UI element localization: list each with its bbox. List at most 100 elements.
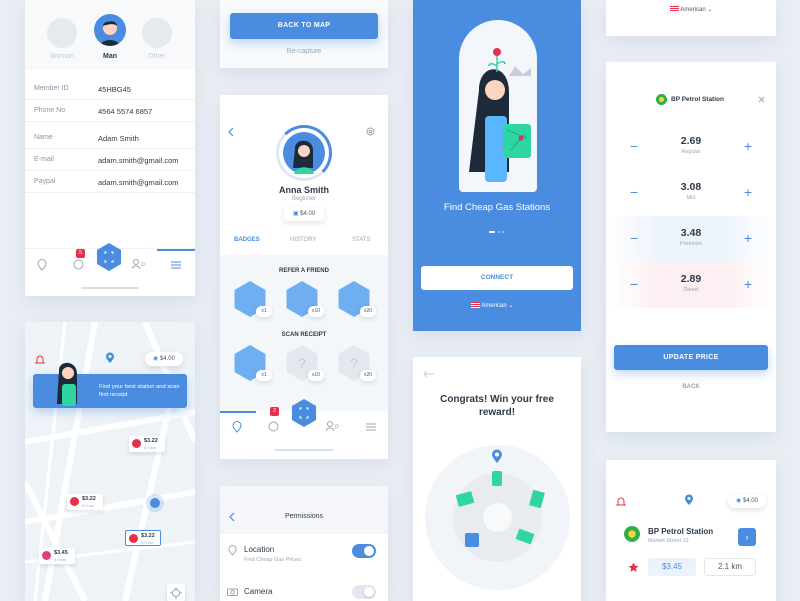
gender-man-label: Man bbox=[103, 53, 117, 60]
badge-count-label: x1 bbox=[256, 370, 272, 381]
svg-text:P: P bbox=[335, 425, 339, 431]
location-pin-icon[interactable] bbox=[37, 259, 47, 271]
badge-scan-1[interactable]: x1 bbox=[232, 345, 272, 383]
badge-scan-3[interactable]: ? x20 bbox=[336, 345, 376, 383]
people-icon[interactable]: P bbox=[326, 421, 340, 432]
badge-refer-1[interactable]: x1 bbox=[232, 281, 272, 319]
camera-icon bbox=[227, 588, 238, 596]
badge-tab-icon[interactable] bbox=[268, 421, 279, 432]
user-avatar bbox=[276, 125, 332, 181]
camera-toggle[interactable] bbox=[352, 585, 376, 599]
permissions-header: Permissions bbox=[220, 486, 388, 534]
section-scan-receipt: SCAN RECEIPT bbox=[281, 332, 327, 338]
notification-bell-icon[interactable] bbox=[35, 354, 45, 365]
back-to-map-button[interactable]: BACK TO MAP bbox=[230, 13, 378, 39]
back-chevron-icon[interactable] bbox=[228, 127, 234, 137]
my-location-icon[interactable] bbox=[684, 494, 694, 506]
menu-icon[interactable] bbox=[366, 423, 376, 431]
active-tab-indicator bbox=[220, 411, 256, 413]
price-row-mid: − 3.08 Mid + bbox=[630, 181, 753, 201]
price-row-premium: − 3.48 Premium + bbox=[606, 216, 776, 262]
tab-badges[interactable]: BADGES bbox=[234, 237, 260, 243]
section-refer-friend: REFER A FRIEND bbox=[279, 268, 329, 274]
active-tab-indicator bbox=[157, 249, 195, 251]
field-email[interactable]: E-mail adam.smith@gmail.com bbox=[25, 149, 195, 171]
back-arrow-icon[interactable] bbox=[423, 370, 435, 378]
increase-diesel-button[interactable]: + bbox=[744, 276, 752, 292]
badge-refer-3[interactable]: x20 bbox=[336, 281, 376, 319]
wallet-icon: ◉ bbox=[153, 356, 160, 362]
badge-count: 3 bbox=[270, 407, 279, 416]
prize-wheel[interactable] bbox=[425, 445, 570, 590]
back-link[interactable]: BACK bbox=[606, 384, 776, 390]
user-location-dot bbox=[150, 498, 160, 508]
increase-regular-button[interactable]: + bbox=[744, 138, 752, 154]
badge-count: 5 bbox=[76, 249, 85, 258]
badge-count-label: x10 bbox=[308, 370, 324, 381]
close-icon[interactable] bbox=[758, 96, 765, 103]
station-marker-4[interactable]: $3.45 0.9 km bbox=[39, 548, 75, 564]
favorite-star-icon[interactable] bbox=[628, 562, 639, 573]
badge-scan-2[interactable]: ? x10 bbox=[284, 345, 324, 383]
people-icon[interactable]: P bbox=[132, 259, 146, 270]
station-marker-2[interactable]: $3.22 0.9 km bbox=[67, 494, 103, 510]
badge-count-label: x20 bbox=[360, 370, 376, 381]
station-name: BP Petrol Station bbox=[671, 96, 724, 103]
badge-count-label: x10 bbox=[308, 306, 324, 317]
scan-button[interactable] bbox=[96, 243, 122, 271]
balance-chip[interactable]: ◉ $4.00 bbox=[728, 494, 766, 508]
tab-stats[interactable]: STATS bbox=[352, 237, 370, 243]
gender-man[interactable] bbox=[94, 14, 126, 46]
prize-drink-icon bbox=[492, 471, 502, 486]
tab-history[interactable]: HISTORY bbox=[290, 237, 316, 243]
bp-logo-icon bbox=[656, 94, 667, 105]
gender-other-label: Other bbox=[148, 53, 166, 60]
badge-refer-2[interactable]: x10 bbox=[284, 281, 324, 319]
location-pin-icon[interactable] bbox=[232, 421, 242, 433]
chevron-down-icon: ⌄ bbox=[707, 7, 713, 13]
banner-text: Find your best station and scan first re… bbox=[99, 384, 180, 398]
home-indicator bbox=[81, 287, 139, 289]
my-location-icon[interactable] bbox=[105, 352, 115, 364]
badge-count-label: x1 bbox=[256, 306, 272, 317]
badge-tab-icon[interactable] bbox=[73, 259, 84, 270]
field-member-id: Member ID 45HBG45 bbox=[25, 78, 195, 100]
locate-button[interactable] bbox=[167, 584, 185, 601]
settings-gear-icon[interactable] bbox=[365, 126, 376, 137]
gender-other[interactable] bbox=[142, 18, 172, 48]
language-selector[interactable]: American ⌄ bbox=[670, 6, 730, 16]
increase-premium-button[interactable]: + bbox=[744, 230, 752, 246]
increase-mid-button[interactable]: + bbox=[744, 184, 752, 200]
scan-button[interactable] bbox=[291, 399, 317, 427]
bp-logo-icon bbox=[70, 497, 79, 506]
menu-icon[interactable] bbox=[171, 261, 181, 269]
scan-result-screen: BACK TO MAP Re-capture bbox=[220, 0, 388, 68]
chevron-down-icon: ⌄ bbox=[508, 303, 514, 309]
permission-sub: Find Cheap Gas Prices bbox=[244, 557, 301, 563]
scan-icon bbox=[299, 407, 309, 419]
station-marker-3[interactable]: $3.22 0.9 km bbox=[125, 530, 161, 546]
flower-logo-icon bbox=[42, 551, 51, 560]
bottom-nav: 3 P bbox=[220, 399, 388, 459]
field-name[interactable]: Name Adam Smith bbox=[25, 127, 195, 149]
update-price-button[interactable]: UPDATE PRICE bbox=[614, 345, 768, 370]
location-toggle[interactable] bbox=[352, 544, 376, 558]
recapture-link[interactable]: Re-capture bbox=[220, 48, 388, 55]
detail-price-chip: $3.45 bbox=[648, 558, 696, 576]
profile-screen: Woman Man Other Member ID 45HBG45 Phone N… bbox=[25, 0, 195, 296]
wheel-center bbox=[483, 503, 512, 532]
language-selector[interactable]: American ⌄ bbox=[471, 302, 531, 312]
permission-location: Location Find Cheap Gas Prices bbox=[220, 540, 388, 570]
station-marker-1[interactable]: $3.22 0.9 km bbox=[129, 436, 165, 452]
pointer-pin-icon bbox=[492, 449, 502, 463]
notification-bell-icon[interactable] bbox=[616, 496, 626, 507]
connect-button[interactable]: CONNECT bbox=[421, 266, 573, 290]
gender-woman[interactable] bbox=[47, 18, 77, 48]
detail-station-name: BP Petrol Station bbox=[648, 527, 714, 536]
reward-title: Congrats! Win your free reward! bbox=[440, 394, 554, 418]
navigate-button[interactable]: › bbox=[738, 528, 756, 546]
language-strip: American ⌄ bbox=[606, 0, 776, 36]
user-balance-chip[interactable]: ▣ $4.00 bbox=[284, 207, 324, 221]
field-paypal[interactable]: Paypal adam.smith@gmail.com bbox=[25, 171, 195, 193]
balance-chip[interactable]: ◉ $4.00 bbox=[145, 352, 183, 366]
